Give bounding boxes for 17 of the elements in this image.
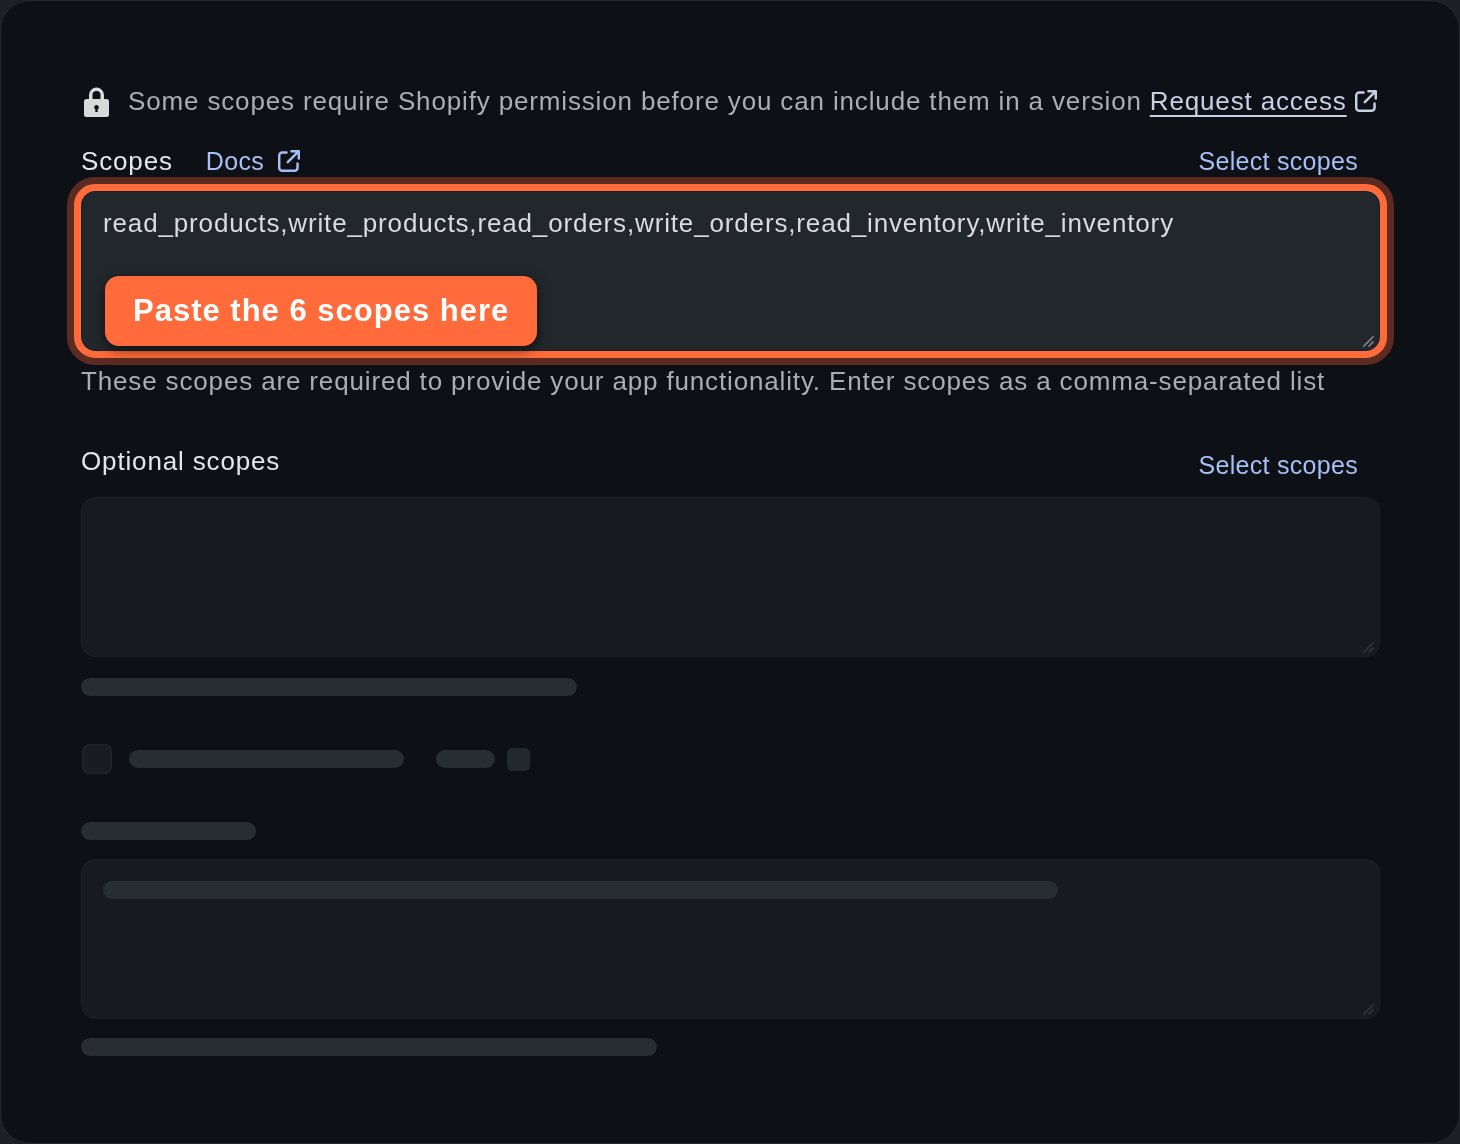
select-scopes-link[interactable]: Select scopes xyxy=(1198,145,1358,177)
field-label: Scopes xyxy=(81,145,173,177)
callout-tooltip: Paste the 6 scopes here xyxy=(105,276,538,346)
resize-handle[interactable] xyxy=(1362,335,1374,347)
resize-handle[interactable] xyxy=(1362,641,1374,653)
request-access-link[interactable]: Request access xyxy=(1149,85,1377,117)
external-link-icon xyxy=(278,150,300,172)
help-text: These scopes are required to provide your app functionality. Enter scopes as a comma-separated list xyxy=(81,365,1326,397)
lock-icon xyxy=(83,85,110,117)
docs-link[interactable]: Docs xyxy=(205,145,300,177)
redirect-urls-field[interactable] xyxy=(81,859,1380,1019)
external-link-icon xyxy=(1354,90,1377,112)
field-label: Optional scopes xyxy=(81,445,281,477)
select-scopes-link[interactable]: Select scopes xyxy=(1198,449,1358,481)
notice-text: Some scopes require Shopify permission before you can include them in a version xyxy=(128,85,1142,117)
resize-handle[interactable] xyxy=(1362,1003,1374,1015)
optional-scopes-field[interactable] xyxy=(81,497,1380,657)
